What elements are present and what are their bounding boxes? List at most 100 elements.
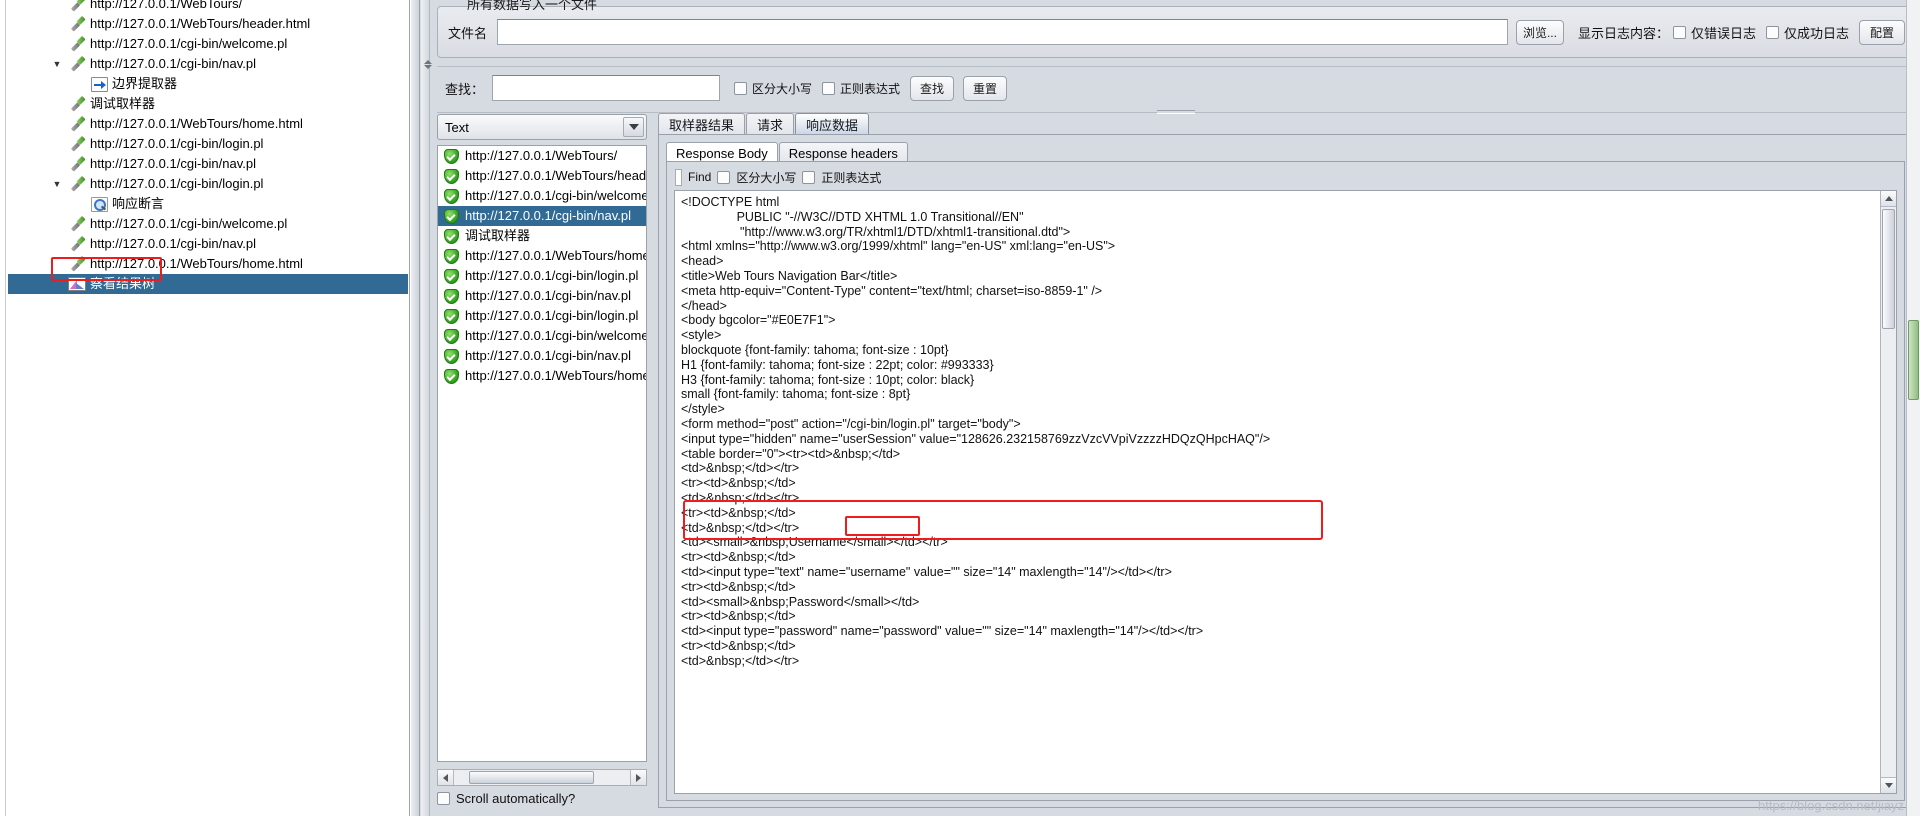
response-sub-tabs[interactable]: Response Body Response headers — [666, 140, 908, 163]
find-regex-checkbox[interactable] — [802, 170, 816, 184]
errors-only-checkbox[interactable] — [1672, 25, 1686, 39]
find-input[interactable] — [675, 168, 682, 186]
pencil-icon — [66, 236, 88, 252]
sampler-result-item[interactable]: http://127.0.0.1/cgi-bin/nav.pl — [438, 346, 646, 366]
tree-item[interactable]: 边界提取器 — [8, 74, 408, 94]
sampler-result-item[interactable]: http://127.0.0.1/WebTours/ — [438, 146, 646, 166]
tree-item[interactable]: http://127.0.0.1/cgi-bin/welcome.pl — [8, 34, 408, 54]
tree-expand-toggle[interactable]: ▼ — [48, 174, 66, 194]
find-case-sensitive-checkbox[interactable] — [717, 170, 731, 184]
detail-tab[interactable]: 取样器结果 — [658, 113, 746, 134]
pencil-icon — [66, 176, 88, 192]
success-shield-icon — [444, 268, 459, 284]
scroll-down-icon[interactable] — [1881, 777, 1896, 793]
sampler-result-list[interactable]: http://127.0.0.1/WebTours/http://127.0.0… — [437, 145, 647, 762]
tree-item[interactable]: http://127.0.0.1/cgi-bin/nav.pl — [8, 154, 408, 174]
tree-item[interactable]: 调试取样器 — [8, 94, 408, 114]
find-case-sensitive-label[interactable]: 区分大小写 — [736, 169, 796, 186]
detail-tabs[interactable]: 取样器结果 请求 响应数据 — [658, 110, 870, 134]
chevron-down-icon[interactable] — [623, 117, 644, 137]
sampler-result-label: 调试取样器 — [465, 228, 531, 243]
response-find-bar: Find 区分大小写 正则表达式 — [675, 167, 881, 187]
pencil-icon — [66, 56, 88, 72]
split-divider-outer[interactable] — [411, 0, 420, 816]
split-divider-inner[interactable] — [421, 0, 430, 816]
sampler-result-item[interactable]: http://127.0.0.1/cgi-bin/welcome.pl — [438, 186, 646, 206]
tree-item[interactable]: 响应断言 — [8, 194, 408, 214]
search-button[interactable]: 查找 — [910, 75, 955, 101]
search-input[interactable] — [492, 75, 721, 101]
tree-item[interactable]: http://127.0.0.1/cgi-bin/login.pl — [8, 134, 408, 154]
vscroll-thumb[interactable] — [1882, 209, 1895, 329]
response-sub-tab[interactable]: Response Body — [666, 142, 778, 163]
errors-only-label[interactable]: 仅错误日志 — [1691, 23, 1756, 42]
search-case-sensitive-checkbox[interactable] — [734, 81, 748, 95]
jmeter-view-results-tree-window: http://127.0.0.1/WebTours/http://127.0.0… — [0, 0, 1920, 816]
tree-item[interactable]: ▼ http://127.0.0.1/cgi-bin/nav.pl — [8, 54, 408, 74]
find-regex-label[interactable]: 正则表达式 — [821, 169, 881, 186]
scroll-up-icon[interactable] — [1881, 191, 1896, 207]
success-only-label[interactable]: 仅成功日志 — [1784, 23, 1849, 42]
window-vscroll-thumb[interactable] — [1908, 320, 1919, 400]
tree-item[interactable]: http://127.0.0.1/WebTours/header.html — [8, 14, 408, 34]
detail-tab[interactable]: 请求 — [746, 113, 795, 134]
tree-item[interactable]: http://127.0.0.1/WebTours/home.html — [8, 114, 408, 134]
pencil-icon — [66, 136, 88, 152]
search-regex-checkbox[interactable] — [822, 81, 836, 95]
tree-item[interactable]: http://127.0.0.1/WebTours/ — [8, 0, 408, 14]
sampler-result-item[interactable]: http://127.0.0.1/cgi-bin/nav.pl — [438, 286, 646, 306]
log-display-label: 显示日志内容： — [1577, 25, 1669, 41]
success-shield-icon — [444, 368, 459, 384]
filename-input[interactable] — [497, 19, 1508, 45]
tree-item-label: 边界提取器 — [112, 76, 178, 91]
detail-tab-body: Response Body Response headers Find 区分大小写… — [658, 134, 1913, 808]
renderer-select-value: Text — [445, 119, 469, 135]
tree-item-label: http://127.0.0.1/WebTours/ — [90, 0, 243, 11]
sampler-result-item[interactable]: http://127.0.0.1/WebTours/home.ht — [438, 246, 646, 266]
tree-item[interactable]: http://127.0.0.1/cgi-bin/welcome.pl — [8, 214, 408, 234]
response-body-vscrollbar[interactable] — [1880, 191, 1896, 793]
success-only-checkbox[interactable] — [1765, 25, 1779, 39]
scroll-automatically-checkbox[interactable] — [437, 791, 450, 805]
tree-item[interactable]: 察看结果树 — [8, 274, 408, 294]
tree-item-label: 调试取样器 — [90, 96, 156, 111]
sampler-result-item[interactable]: http://127.0.0.1/cgi-bin/login.pl — [438, 266, 646, 286]
sampler-result-label: http://127.0.0.1/cgi-bin/login.pl — [465, 268, 639, 283]
tree-item[interactable]: http://127.0.0.1/WebTours/home.html — [8, 254, 408, 274]
detail-tab[interactable]: 响应数据 — [795, 113, 870, 134]
sampler-result-item[interactable]: http://127.0.0.1/WebTours/home.ht — [438, 366, 646, 386]
response-sub-tab[interactable]: Response headers — [778, 142, 908, 163]
sampler-result-item[interactable]: http://127.0.0.1/WebTours/header.h — [438, 166, 646, 186]
tree-expand-toggle[interactable]: ▼ — [48, 54, 66, 74]
sampler-result-item[interactable]: http://127.0.0.1/cgi-bin/welcome.pl — [438, 326, 646, 346]
scroll-left-icon[interactable] — [438, 770, 454, 785]
response-body-text-area[interactable]: <!DOCTYPE html PUBLIC "-//W3C//DTD XHTML… — [674, 190, 1897, 794]
tree-item[interactable]: http://127.0.0.1/cgi-bin/nav.pl — [8, 234, 408, 254]
sampler-result-item[interactable]: http://127.0.0.1/cgi-bin/nav.pl — [438, 206, 646, 226]
sampler-result-item[interactable]: http://127.0.0.1/cgi-bin/login.pl — [438, 306, 646, 326]
filename-label: 文件名 — [448, 25, 488, 41]
watermark: https://blog.csdn.net/jiayz — [1758, 798, 1904, 813]
scroll-automatically-label[interactable]: Scroll automatically? — [456, 791, 575, 806]
renderer-select[interactable]: Text — [437, 114, 647, 140]
scroll-automatically-row[interactable]: Scroll automatically? — [437, 788, 649, 808]
test-plan-tree[interactable]: http://127.0.0.1/WebTours/http://127.0.0… — [8, 0, 408, 294]
divider-collapse-arrows[interactable] — [421, 60, 435, 69]
tree-item-label: http://127.0.0.1/cgi-bin/login.pl — [90, 176, 264, 191]
window-vscrollbar[interactable] — [1906, 0, 1920, 816]
group-title: 所有数据写入一个文件 — [467, 0, 598, 12]
browse-button[interactable]: 浏览... — [1515, 19, 1564, 45]
pencil-icon — [66, 36, 88, 52]
tree-item-label: http://127.0.0.1/cgi-bin/nav.pl — [90, 156, 256, 171]
results-content-area: Text http://127.0.0.1/WebTours/http://12… — [430, 113, 1920, 816]
sampler-list-hscrollbar[interactable] — [437, 769, 647, 786]
reset-button[interactable]: 重置 — [963, 75, 1008, 101]
scroll-right-icon[interactable] — [630, 770, 646, 785]
configure-button[interactable]: 配置 — [1859, 19, 1905, 45]
tree-item[interactable]: ▼ http://127.0.0.1/cgi-bin/login.pl — [8, 174, 408, 194]
search-case-sensitive-label[interactable]: 区分大小写 — [752, 80, 812, 97]
pencil-icon — [66, 96, 88, 112]
search-regex-label[interactable]: 正则表达式 — [840, 80, 900, 97]
sampler-result-item[interactable]: 调试取样器 — [438, 226, 646, 246]
sampler-result-label: http://127.0.0.1/cgi-bin/login.pl — [465, 308, 639, 323]
